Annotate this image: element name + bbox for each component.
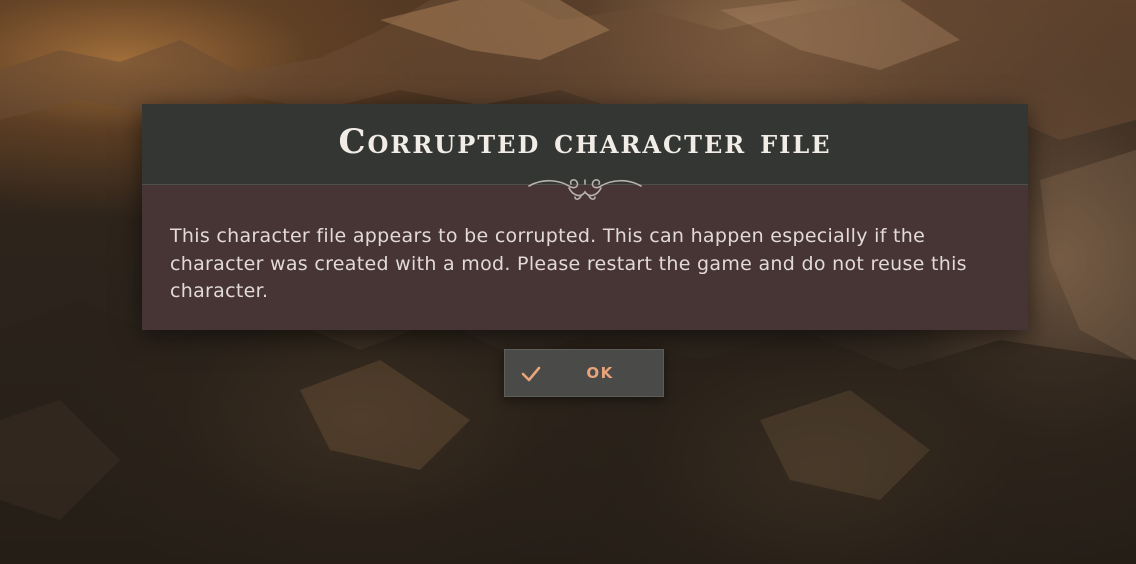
ornament-flourish-icon (528, 179, 642, 200)
dialog-message: This character file appears to be corrup… (170, 225, 967, 302)
dialog-title: Corrupted character file (338, 122, 832, 162)
dialog-header: Corrupted character file (142, 104, 1028, 185)
ok-button[interactable]: OK (504, 349, 664, 397)
ok-button-label: OK (586, 364, 614, 382)
dialog-body: This character file appears to be corrup… (142, 185, 1028, 330)
game-background: Corrupted character file This character … (0, 0, 1136, 564)
corrupted-file-dialog: Corrupted character file This character … (142, 104, 1028, 330)
